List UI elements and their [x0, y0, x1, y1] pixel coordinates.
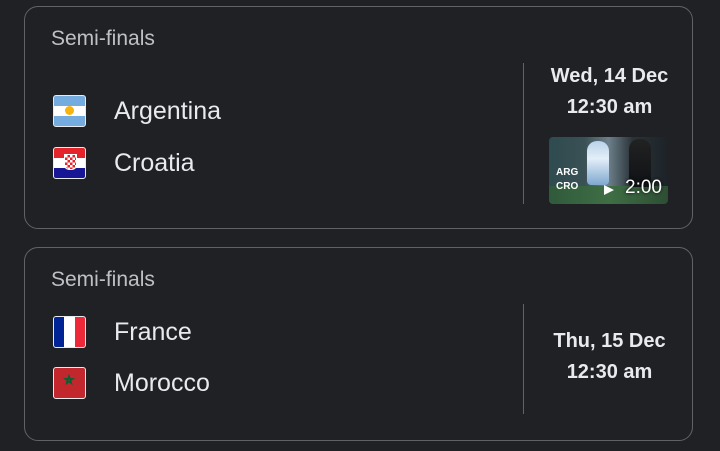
- play-icon: [604, 185, 614, 195]
- thumbnail-player: [587, 141, 609, 185]
- team-name: France: [114, 317, 192, 346]
- match-date: Wed, 14 Dec: [550, 65, 669, 87]
- argentina-flag-icon: [53, 95, 86, 127]
- highlight-video-thumbnail[interactable]: ARG CRO 2:00: [549, 137, 668, 204]
- croatia-flag-icon: [53, 147, 86, 179]
- team-name: Morocco: [114, 368, 210, 397]
- video-duration: 2:00: [625, 177, 662, 198]
- team-name: Croatia: [114, 148, 195, 177]
- match-datetime: Thu, 15 Dec 12:30 am: [525, 326, 694, 388]
- team-row: Croatia: [53, 147, 195, 179]
- team-row: Morocco: [53, 367, 210, 399]
- divider: [523, 63, 524, 204]
- thumbnail-team-label: CRO: [556, 181, 579, 192]
- match-time: 12:30 am: [566, 96, 653, 118]
- match-stage: Semi-finals: [51, 27, 155, 50]
- team-row: France: [53, 316, 192, 348]
- match-card[interactable]: Semi-finals Argentina Croatia Wed, 14 De…: [24, 6, 693, 229]
- team-name: Argentina: [114, 96, 222, 125]
- match-stage: Semi-finals: [51, 268, 155, 291]
- match-time: 12:30 am: [566, 361, 653, 383]
- divider: [523, 304, 524, 414]
- morocco-flag-icon: [53, 367, 86, 399]
- france-flag-icon: [53, 316, 86, 348]
- match-datetime: Wed, 14 Dec 12:30 am: [525, 61, 694, 123]
- thumbnail-team-label: ARG: [556, 167, 579, 178]
- team-row: Argentina: [53, 95, 221, 127]
- match-date: Thu, 15 Dec: [553, 330, 666, 352]
- match-card[interactable]: Semi-finals France Morocco Thu, 15 Dec 1…: [24, 247, 693, 441]
